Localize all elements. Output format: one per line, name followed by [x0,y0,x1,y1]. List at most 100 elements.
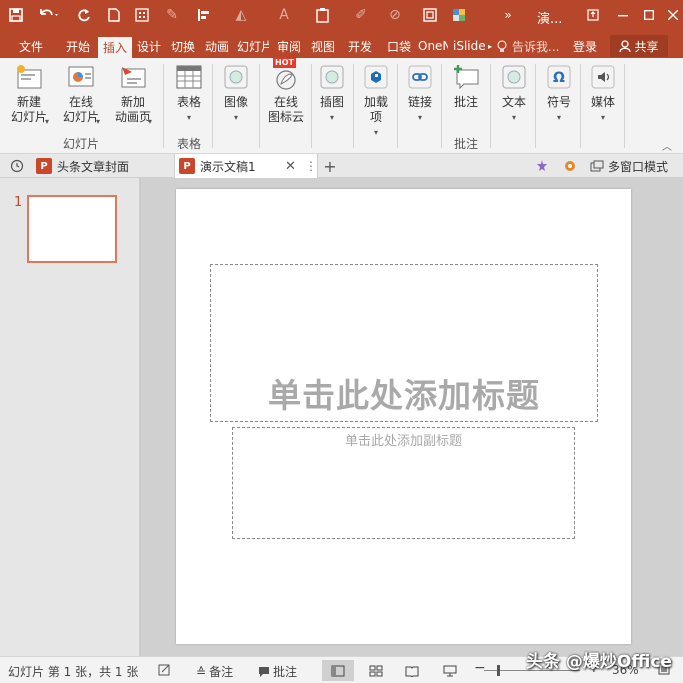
chevron-down-icon[interactable]: ▾ [45,117,49,126]
text-button[interactable]: 文本 ▾ [494,62,534,125]
magic-wand-icon[interactable] [532,154,552,178]
touch-mode-icon[interactable] [132,4,152,26]
maximize-icon[interactable] [636,4,662,26]
online-icon-cloud-button[interactable]: HOT 在线 图标云 [262,58,310,125]
add-tab-icon[interactable]: + [320,154,340,178]
share-label: 共享 [634,39,659,54]
login-link[interactable]: 登录 [573,38,597,55]
comment-button[interactable]: 批注 [446,62,486,110]
tab-insert[interactable]: 插入 [98,37,132,58]
link-label: 链接 [407,95,432,109]
powerpoint-icon: P [179,158,195,174]
tab-home[interactable]: 开始 [62,35,94,57]
clipboard-icon[interactable] [310,4,336,26]
brush-icon[interactable]: ✐ [350,4,372,26]
subtitle-placeholder[interactable]: 单击此处添加副标题 [232,427,575,539]
addins-icon [361,62,391,92]
pen-icon[interactable]: ✎ [162,4,182,26]
tab-animations[interactable]: 动画 [202,35,232,57]
group-divider [212,64,213,148]
online-icon-cloud-label: 在线 图标云 [267,95,304,124]
chevron-down-icon[interactable]: ▾ [96,117,100,126]
title-placeholder[interactable]: 单击此处添加标题 [210,264,598,422]
ribbon-display-icon[interactable] [580,4,606,26]
font-color-icon[interactable]: A [272,4,296,26]
slideshow-icon[interactable] [434,660,466,681]
ribbon-panel: 新建 幻灯片 ▾ 在线 幻灯片 ▾ 新加 动画页 ▾ 幻灯片 表格 ▾ 表格 图… [0,58,683,154]
share-button[interactable]: 共享 [610,35,668,57]
tab-slideshow[interactable]: 幻灯片 [237,35,269,57]
tab-onenote[interactable]: OneNote [418,35,448,57]
symbol-button[interactable]: Ω 符号 ▾ [539,62,579,125]
doc-tab-presentation[interactable]: P 演示文稿1 ✕ ⋮ [174,154,318,178]
color-icon[interactable] [448,4,474,26]
tab-review[interactable]: 审阅 [274,35,304,57]
image-button[interactable]: 图像 ▾ [216,62,256,125]
illustration-button[interactable]: 插图 ▾ [312,62,352,125]
media-button[interactable]: 媒体 ▾ [583,62,623,125]
tabs-scroll-icon[interactable]: ▸ [486,35,494,57]
chevron-down-icon: ▾ [233,113,238,122]
chevron-down-icon: ▾ [600,113,605,122]
image-label: 图像 [223,95,248,109]
tab-file[interactable]: 文件 [10,35,52,57]
tab-developer[interactable]: 开发 [343,35,377,57]
group-divider [163,64,164,148]
tab-view[interactable]: 视图 [308,35,338,57]
chevron-down-icon: ▾ [556,113,561,122]
tab-menu-icon[interactable]: ⋮ [305,159,317,173]
save-icon[interactable] [6,4,26,26]
tab-islide[interactable]: iSlide [453,35,485,57]
tab-design[interactable]: 设计 [134,35,164,57]
slide-info: 幻灯片 第 1 张，共 1 张 [8,665,139,679]
new-animation-page-button[interactable]: 新加 动画页 [108,62,158,125]
window-title: 演... [537,12,563,27]
notes-label: 备注 [209,665,234,679]
zoom-slider-thumb[interactable] [497,665,500,676]
reading-view-icon[interactable] [396,660,428,681]
minimize-icon[interactable] [610,4,636,26]
addins-button[interactable]: 加载 项 ▾ [356,62,396,140]
tab-transitions[interactable]: 切换 [168,35,198,57]
multi-window-button[interactable]: 多窗口模式 [590,154,678,178]
collapse-ribbon-icon[interactable]: ︿ [662,138,672,153]
hot-badge: HOT [273,58,296,68]
close-icon[interactable] [660,4,683,26]
new-slide-button[interactable]: 新建 幻灯片 [5,62,53,125]
more-commands-icon[interactable]: » [496,4,520,26]
tab-pocket[interactable]: 口袋 [384,35,414,57]
settings-gear-icon[interactable] [560,154,580,178]
online-slide-button[interactable]: 在线 幻灯片 [56,62,106,125]
group-divider [397,64,398,148]
chevron-down-icon: ▾ [511,113,516,122]
slide-thumbnail[interactable] [27,195,117,263]
notes-button[interactable]: ≙ 备注 [196,663,233,680]
align-icon[interactable] [192,4,218,26]
chevron-down-icon: ▾ [373,128,378,137]
undo-icon[interactable] [34,4,64,26]
symbol-label: 符号 [546,95,571,109]
frame-icon[interactable] [420,4,440,26]
close-tab-icon[interactable]: ✕ [285,159,296,174]
doc-tab-cover-label: 头条文章封面 [57,159,130,174]
powerpoint-icon: P [36,158,52,174]
chevron-down-icon[interactable]: ▾ [148,117,152,126]
new-slide-icon [14,62,44,92]
table-button[interactable]: 表格 ▾ [168,62,210,125]
normal-view-icon[interactable] [322,660,354,681]
new-file-icon[interactable] [104,4,124,26]
tell-me-box[interactable]: 告诉我... [496,38,559,55]
eraser-icon[interactable]: ⊘ [380,4,410,26]
fill-icon[interactable]: ◭ [228,4,254,26]
doc-tab-cover[interactable]: P 头条文章封面 [32,154,172,178]
language-icon[interactable] [158,663,172,677]
redo-icon[interactable] [74,4,94,26]
addins-label: 加载 项 [363,95,388,124]
icon-cloud-icon: HOT [271,58,301,92]
history-icon[interactable] [6,154,28,178]
comments-button[interactable]: 批注 [258,663,297,680]
link-button[interactable]: 链接 ▾ [400,62,440,125]
slide-canvas[interactable]: 单击此处添加标题 单击此处添加副标题 [176,189,631,644]
slide-sorter-icon[interactable] [360,660,392,681]
zoom-out-icon[interactable]: − [474,660,486,676]
